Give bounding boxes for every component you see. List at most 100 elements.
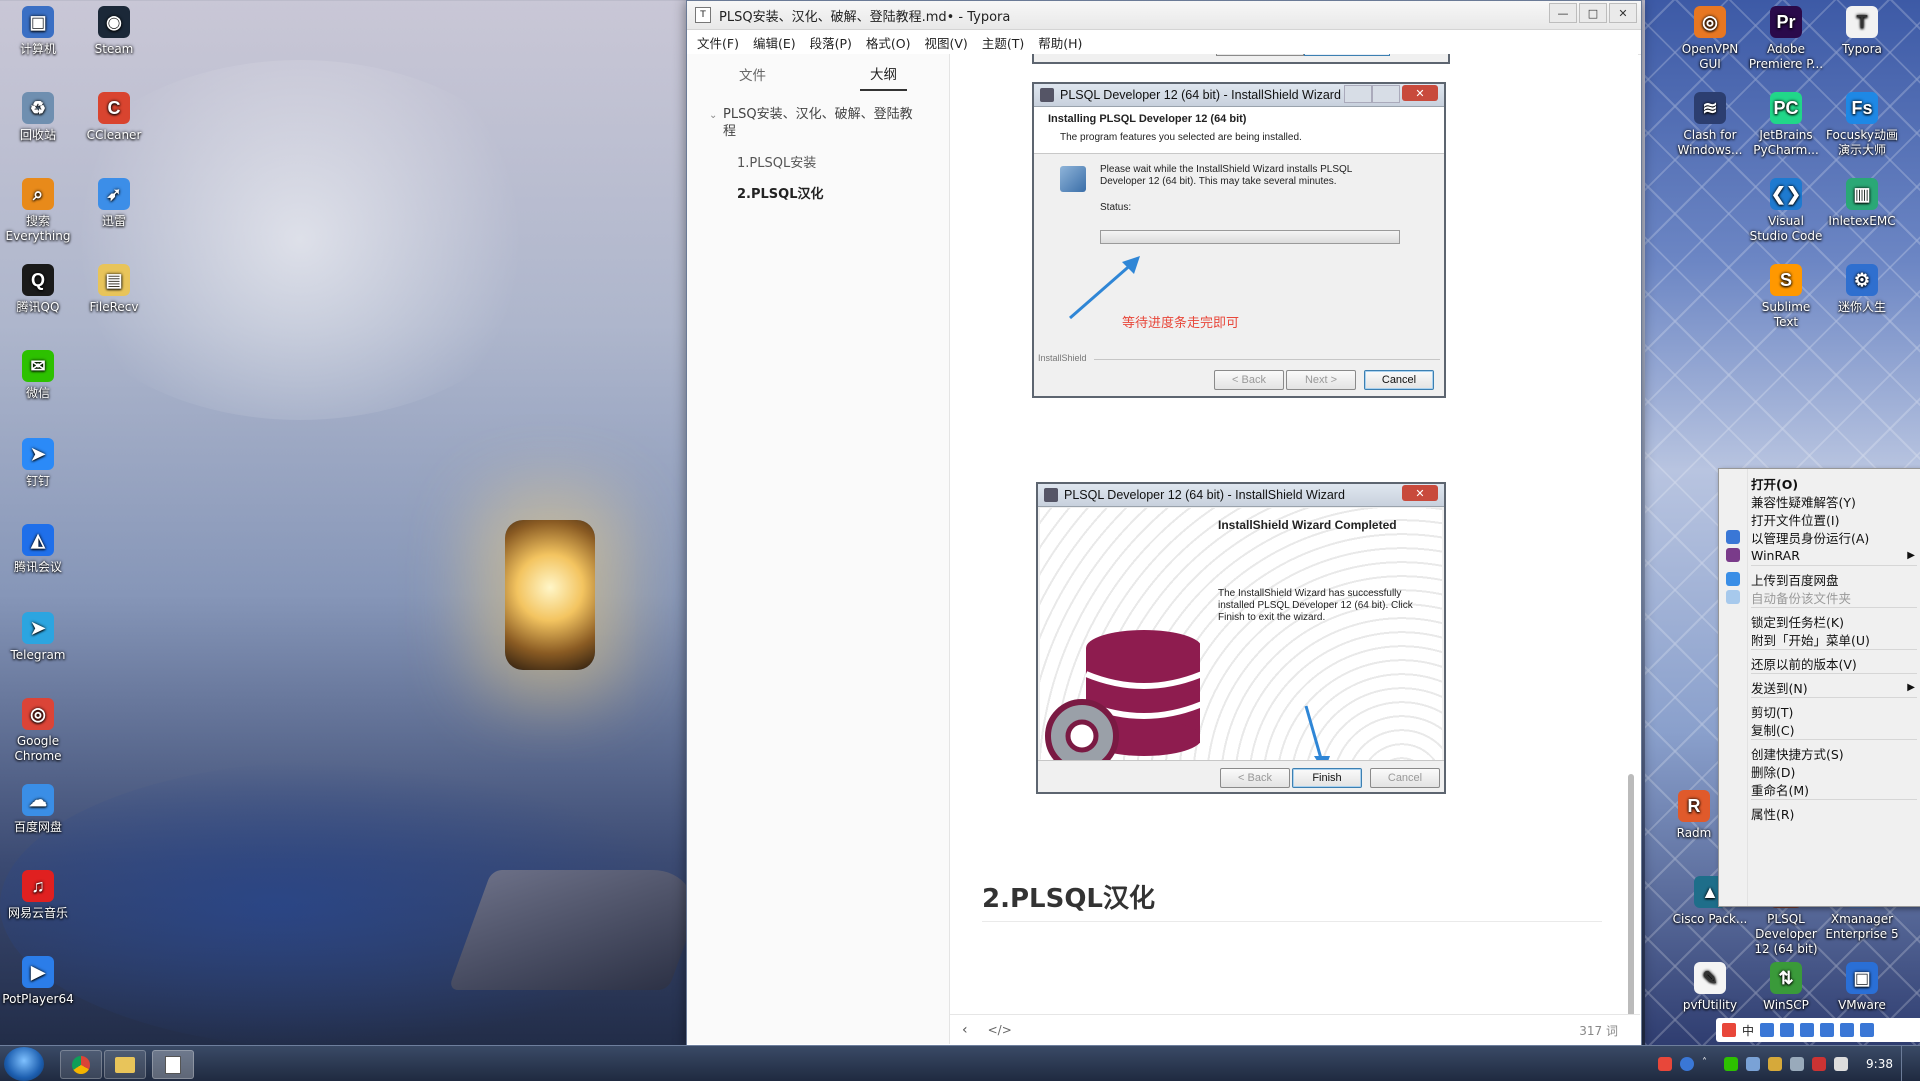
word-count[interactable]: 317 词 (1579, 1022, 1618, 1039)
context-menu-item[interactable]: 打开(O) (1751, 473, 1915, 493)
menu-file[interactable]: 文件(F) (697, 33, 739, 52)
taskbar-explorer[interactable] (104, 1050, 146, 1079)
focusky-icon: Fs (1846, 92, 1878, 124)
context-menu-item[interactable]: WinRAR ▶ (1751, 545, 1915, 565)
desktop-shortcut[interactable]: ▥ InletexEMC (1824, 178, 1900, 229)
outline-item-localize[interactable]: 2.PLSQL汉化 (709, 183, 949, 202)
shortcut-label: 钉钉 (25, 474, 50, 488)
network-icon[interactable] (1746, 1056, 1761, 1071)
desktop-shortcut[interactable]: Fs Focusky动画演示大师 (1824, 92, 1900, 158)
context-menu-item[interactable]: 上传到百度网盘 (1751, 569, 1915, 589)
desktop-shortcut[interactable]: ➶ 迅雷 (76, 178, 152, 229)
help-icon[interactable] (1680, 1056, 1695, 1071)
context-menu-item[interactable]: 发送到(N) ▶ (1751, 677, 1915, 697)
flag-icon[interactable] (1812, 1056, 1827, 1071)
context-menu-item[interactable]: 还原以前的版本(V) (1751, 653, 1915, 673)
wallpaper-boat (448, 870, 712, 990)
context-menu-item[interactable]: 锁定到任务栏(K) (1751, 611, 1915, 631)
desktop-shortcut[interactable]: ▣ 计算机 (0, 6, 76, 57)
desktop-shortcut[interactable]: ☁ 百度网盘 (0, 784, 76, 835)
close-button[interactable]: ✕ (1609, 3, 1637, 23)
desktop-shortcut[interactable]: ◉ Steam (76, 6, 152, 57)
context-menu-item[interactable]: 打开文件位置(I) (1751, 509, 1915, 529)
outline-item-install[interactable]: 1.PLSQL安装 (709, 152, 949, 171)
toolbox-icon[interactable] (1860, 1023, 1875, 1037)
clock[interactable]: 9:38 (1866, 1057, 1893, 1071)
desktop-shortcut[interactable]: ✉ 微信 (0, 350, 76, 401)
desktop-shortcut[interactable]: ◎ Google Chrome (0, 698, 76, 764)
menu-view[interactable]: 视图(V) (925, 33, 968, 52)
monitor-icon[interactable] (1790, 1056, 1805, 1071)
desktop-shortcut[interactable]: ◭ 腾讯会议 (0, 524, 76, 575)
taskbar-typora[interactable] (152, 1050, 194, 1079)
desktop-shortcut[interactable]: ▤ FileRecv (76, 264, 152, 315)
desktop-shortcut[interactable]: Q 腾讯QQ (0, 264, 76, 315)
source-mode-toggle[interactable]: </> (988, 1023, 1012, 1037)
desktop-shortcut[interactable]: ❮❯ Visual Studio Code (1748, 178, 1824, 244)
context-menu-item[interactable]: 附到「开始」菜单(U) (1751, 629, 1915, 649)
desktop-shortcut[interactable]: ♻ 回收站 (0, 92, 76, 143)
chrome-icon: ◎ (22, 698, 54, 730)
sogou-icon[interactable] (1722, 1023, 1736, 1037)
desktop-shortcut[interactable]: ➤ Telegram (0, 612, 76, 663)
emoji-icon[interactable] (1780, 1023, 1795, 1037)
editor[interactable]: PLSQL Developer 12 (64 bit) - InstallShi… (950, 54, 1638, 1014)
ime-mode[interactable]: 中 (1742, 1022, 1754, 1039)
desktop-shortcut[interactable]: ✎ pvfUtility (1672, 962, 1748, 1013)
desktop-shortcut[interactable]: PC JetBrains PyCharm... (1748, 92, 1824, 158)
context-menu-item[interactable]: 复制(C) (1751, 719, 1915, 739)
desktop-shortcut[interactable]: ≋ Clash for Windows... (1672, 92, 1748, 158)
context-menu-item[interactable]: 属性(R) (1751, 803, 1915, 823)
desktop-shortcut[interactable]: ◎ OpenVPN GUI (1672, 6, 1748, 72)
context-menu-item[interactable]: 剪切(T) (1751, 701, 1915, 721)
tab-files[interactable]: 文件 (729, 58, 776, 90)
section-heading[interactable]: 2.PLSQL汉化 (982, 878, 1602, 922)
context-menu-item[interactable]: 删除(D) (1751, 761, 1915, 781)
menu-format[interactable]: 格式(O) (866, 33, 911, 52)
desktop-shortcut[interactable]: ⌕ 搜索Everything (0, 178, 76, 244)
shortcut-label: VMware (1838, 998, 1886, 1012)
desktop-shortcut[interactable]: ⇅ WinSCP (1748, 962, 1824, 1013)
desktop-shortcut[interactable]: ➤ 钉钉 (0, 438, 76, 489)
installshield-brand: InstallShield (1038, 353, 1087, 363)
ime-toolbar[interactable]: 中 (1716, 1018, 1920, 1042)
desktop-shortcut[interactable]: Pr Adobe Premiere P... (1748, 6, 1824, 72)
maximize-button[interactable]: □ (1579, 3, 1607, 23)
editor-scrollbar[interactable] (1628, 774, 1634, 1014)
outline-item-h1[interactable]: ⌄ PLSQ安装、汉化、破解、登陆教程 (709, 106, 923, 140)
context-menu-item[interactable]: 创建快捷方式(S) (1751, 743, 1915, 763)
desktop-shortcut[interactable]: ▶ PotPlayer64 (0, 956, 76, 1007)
context-menu-item[interactable]: 重命名(M) (1751, 779, 1915, 799)
chevron-left-icon[interactable]: ‹ (962, 1022, 968, 1038)
desktop-shortcut[interactable]: S Sublime Text (1748, 264, 1824, 330)
punctuation-icon[interactable] (1760, 1023, 1775, 1037)
sogou-tray-icon[interactable] (1658, 1056, 1673, 1071)
taskbar-chrome[interactable] (60, 1050, 102, 1079)
desktop-shortcut[interactable]: ▣ VMware (1824, 962, 1900, 1013)
start-button[interactable] (4, 1047, 44, 1081)
show-desktop-button[interactable] (1901, 1046, 1912, 1081)
desktop-shortcut[interactable]: ♫ 网易云音乐 (0, 870, 76, 921)
volume-icon[interactable] (1834, 1056, 1849, 1071)
context-menu: 打开(O) 兼容性疑难解答(Y) 打开文件位置(I) 以管理员身份运行(A) WinRA… (1718, 468, 1920, 907)
title-bar[interactable]: T PLSQ安装、汉化、破解、登陆教程.md• - Typora — □ ✕ (687, 1, 1641, 30)
context-menu-item[interactable]: 兼容性疑难解答(Y) (1751, 491, 1915, 511)
wechat-tray-icon[interactable] (1724, 1056, 1739, 1071)
shortcut-label: PotPlayer64 (2, 992, 74, 1006)
chevron-up-icon[interactable]: ˄ (1702, 1057, 1716, 1071)
chevron-down-icon[interactable]: ⌄ (709, 107, 717, 124)
tab-outline[interactable]: 大纲 (860, 57, 907, 91)
menu-edit[interactable]: 编辑(E) (753, 33, 796, 52)
menu-theme[interactable]: 主题(T) (982, 33, 1024, 52)
menu-paragraph[interactable]: 段落(P) (810, 33, 852, 52)
context-menu-item[interactable]: 以管理员身份运行(A) (1751, 527, 1915, 547)
desktop-shortcut[interactable]: C CCleaner (76, 92, 152, 143)
menu-help[interactable]: 帮助(H) (1038, 33, 1082, 52)
desktop-shortcut[interactable]: T Typora (1824, 6, 1900, 57)
desktop-shortcut[interactable]: ⚙ 迷你人生 (1824, 264, 1900, 315)
keyboard-icon[interactable] (1820, 1023, 1835, 1037)
microphone-icon[interactable] (1800, 1023, 1815, 1037)
minimize-button[interactable]: — (1549, 3, 1577, 23)
shield-icon[interactable] (1768, 1056, 1783, 1071)
skin-icon[interactable] (1840, 1023, 1855, 1037)
